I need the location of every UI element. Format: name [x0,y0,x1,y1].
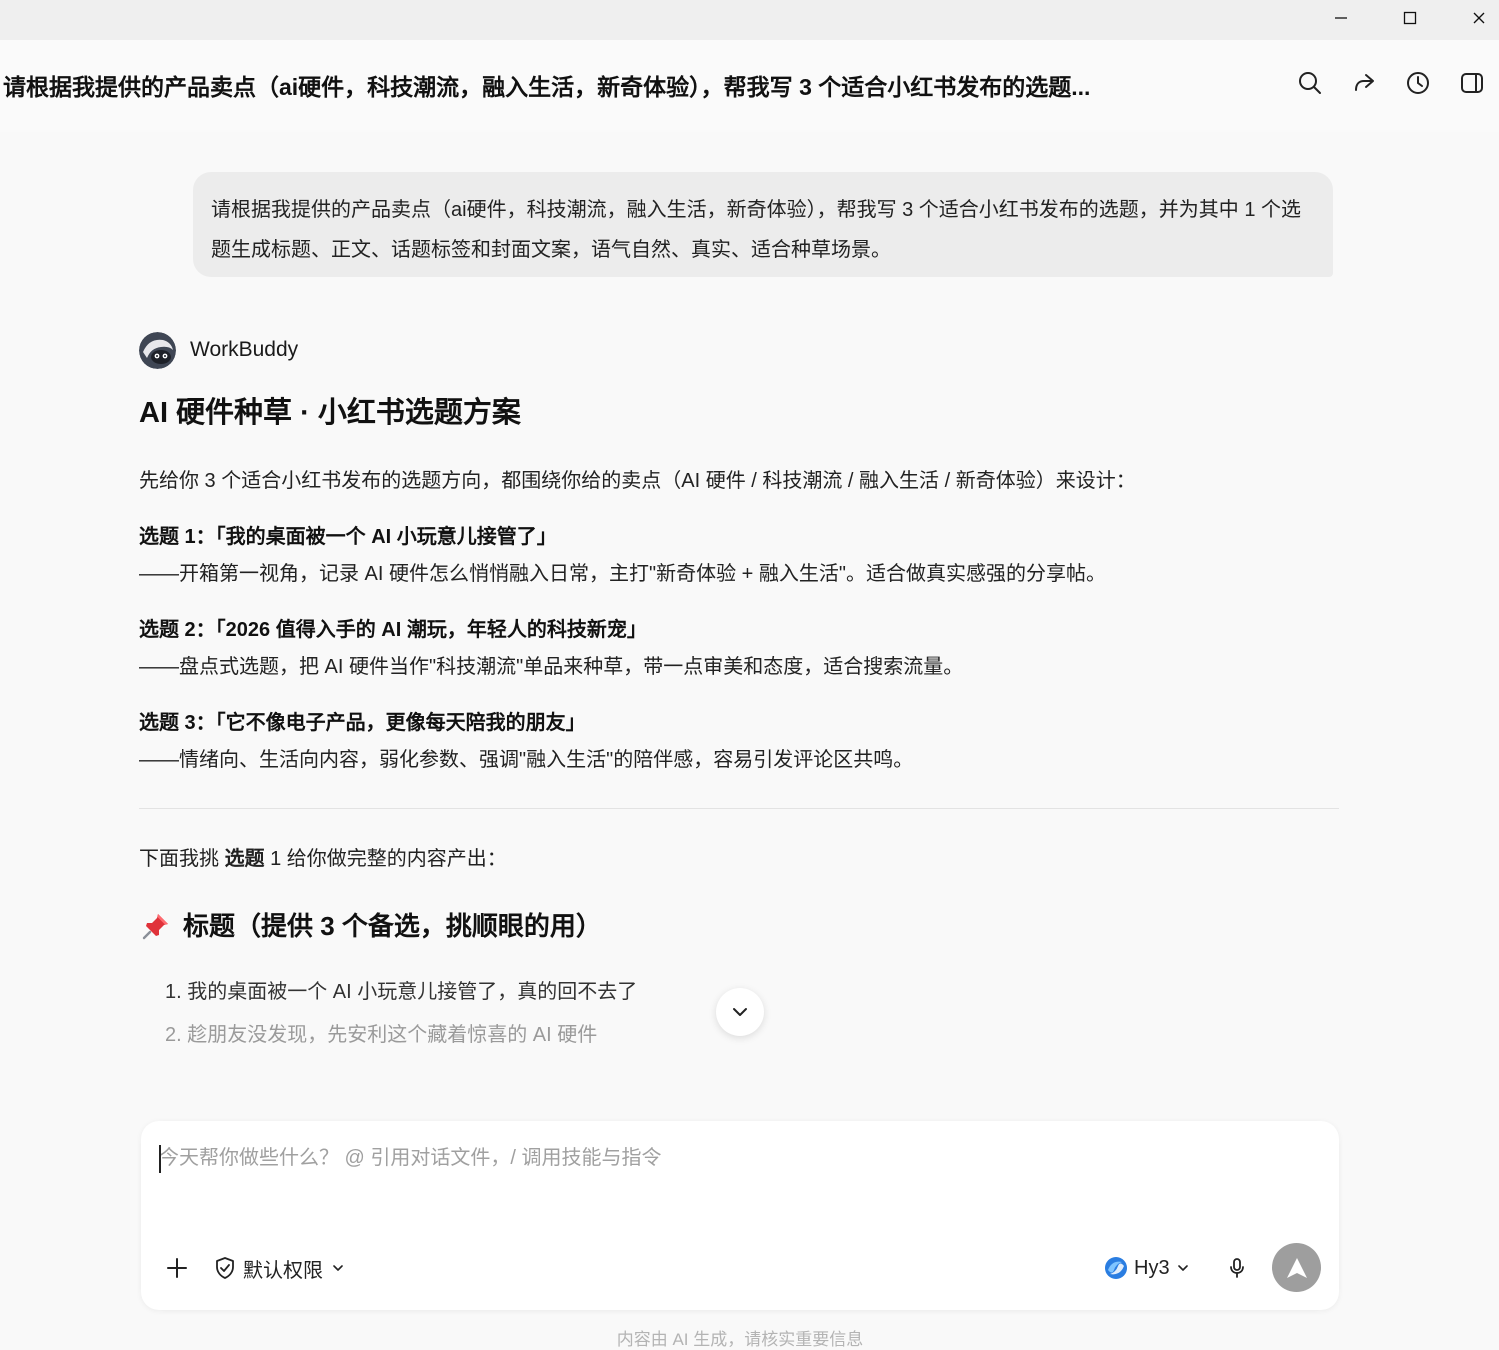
titles-section-heading: 标题（提供 3 个备选，挑顺眼的用） [141,906,602,946]
content-intro-prefix: 下面我挑 [139,848,225,870]
topic-3-desc: ——情绪向、生活向内容，弱化参数、强调"融入生活"的陪伴感，容易引发评论区共鸣。 [139,749,914,771]
shield-check-icon [216,1257,234,1279]
send-arrow-icon [1286,1257,1307,1278]
content-intro-suffix: 1 给你做完整的内容产出： [264,848,507,870]
assistant-avatar [139,331,176,369]
message-composer: 默认权限 Hy3 [141,1121,1339,1310]
search-button[interactable] [1293,66,1327,100]
topic-2-desc: ——盘点式选题，把 AI 硬件当作"科技潮流"单品来种草，带一点审美和态度，适合… [139,656,964,678]
title-option-1: 1. 我的桌面被一个 AI 小玩意儿接管了，真的回不去了 [165,981,638,1003]
voice-input-button[interactable] [1219,1250,1255,1286]
chevron-down-icon [333,1265,343,1271]
share-button[interactable] [1347,66,1381,100]
minimize-icon [1335,17,1347,19]
model-selector[interactable]: Hy3 [1104,1250,1190,1286]
ai-disclaimer: 内容由 AI 生成，请核实重要信息 [616,1330,864,1349]
section-divider [139,808,1339,809]
message-input[interactable] [159,1141,1319,1201]
microphone-icon [1230,1258,1244,1278]
answer-title: AI 硬件种草 · 小红书选题方案 [139,397,521,429]
title-bar [0,0,1499,40]
share-icon [1355,74,1374,91]
raccoon-avatar-icon [139,331,176,369]
scroll-to-bottom-button[interactable] [716,988,764,1036]
topic-1-heading: 选题 1：「我的桌面被一个 AI 小玩意儿接管了」 [139,526,557,548]
chevron-down-icon [1177,1265,1188,1271]
close-button[interactable] [1456,0,1499,36]
permission-label: 默认权限 [243,1259,323,1282]
text-caret [159,1145,161,1173]
topic-1-desc: ——开箱第一视角，记录 AI 硬件怎么悄悄融入日常，主打"新奇体验 + 融入生活… [139,563,1107,585]
permission-selector[interactable]: 默认权限 [213,1252,345,1284]
content-intro: 下面我挑 选题 1 给你做完整的内容产出： [139,844,507,874]
minimize-button[interactable] [1318,0,1364,36]
search-icon [1299,72,1321,94]
topic-2-heading: 选题 2：「2026 值得入手的 AI 潮玩，年轻人的科技新宠」 [139,619,647,641]
history-icon [1407,72,1429,94]
app-window: 请根据我提供的产品卖点（ai硬件，科技潮流，融入生活，新奇体验），帮我写 3 个… [0,0,1499,1350]
plus-icon [167,1258,187,1278]
maximize-button[interactable] [1387,0,1433,36]
assistant-header: WorkBuddy [139,331,298,369]
maximize-icon [1403,11,1417,25]
topic-3-heading: 选题 3：「它不像电子产品，更像每天陪我的朋友」 [139,712,586,734]
panel-toggle-button[interactable] [1455,66,1489,100]
content-intro-bold: 选题 [224,848,265,870]
titles-section-label: 标题（提供 3 个备选，挑顺眼的用） [183,911,602,941]
model-logo-icon [1105,1257,1127,1279]
conversation-title: 请根据我提供的产品卖点（ai硬件，科技潮流，融入生活，新奇体验），帮我写 3 个… [3,74,1091,100]
assistant-name: WorkBuddy [190,338,299,361]
panel-icon [1461,73,1483,93]
chevron-down-icon [733,1008,747,1016]
close-icon [1473,12,1485,24]
answer-intro: 先给你 3 个适合小红书发布的选题方向，都围绕你给的卖点（AI 硬件 / 科技潮… [139,470,1136,492]
history-button[interactable] [1401,66,1435,100]
pushpin-icon [142,914,168,940]
content-fade [0,1045,1499,1105]
add-attachment-button[interactable] [159,1250,195,1286]
model-label: Hy3 [1134,1256,1170,1279]
send-button[interactable] [1272,1243,1321,1292]
user-message-bubble: 请根据我提供的产品卖点（ai硬件，科技潮流，融入生活，新奇体验），帮我写 3 个… [193,172,1333,277]
